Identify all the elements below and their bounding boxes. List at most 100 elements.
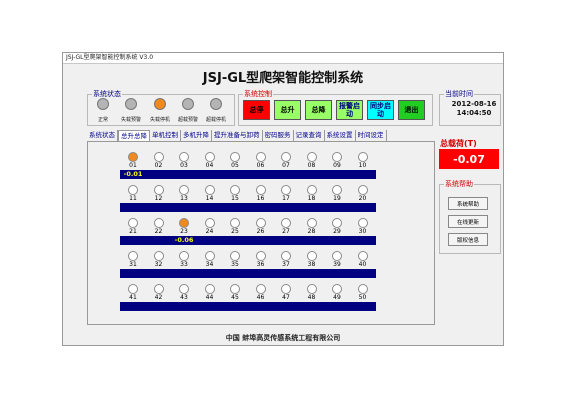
unit-cell[interactable]: 23 -0.06 bbox=[171, 218, 197, 246]
unit-cell[interactable]: 27 bbox=[273, 218, 299, 246]
unit-cell[interactable]: 49 bbox=[324, 284, 350, 312]
unit-load-value bbox=[298, 302, 325, 311]
unit-cell[interactable]: 33 bbox=[171, 251, 197, 279]
tab-8[interactable]: 系统设置 bbox=[325, 130, 356, 141]
status-group-label: 系统状态 bbox=[92, 89, 122, 99]
tab-9[interactable]: 时间设定 bbox=[356, 130, 387, 141]
unit-number: 36 bbox=[256, 261, 265, 268]
unit-cell[interactable]: 29 bbox=[324, 218, 350, 246]
control-button-2[interactable]: 总升 bbox=[274, 100, 301, 120]
unit-cell[interactable]: 20 bbox=[349, 185, 376, 213]
unit-cell[interactable]: 04 bbox=[196, 152, 223, 180]
current-datetime: 2012-08-16 14:04:50 bbox=[449, 100, 499, 118]
unit-load-value bbox=[120, 302, 146, 311]
tab-6[interactable]: 密码服务 bbox=[263, 130, 294, 141]
unit-cell[interactable]: 16 bbox=[247, 185, 274, 213]
unit-lamp bbox=[128, 152, 138, 162]
unit-cell[interactable]: 13 bbox=[171, 185, 197, 213]
control-button-5[interactable]: 同步启动 bbox=[367, 100, 394, 120]
unit-cell[interactable]: 31 bbox=[120, 251, 146, 279]
unit-cell[interactable]: 28 bbox=[298, 218, 325, 246]
unit-cell[interactable]: 40 bbox=[349, 251, 376, 279]
tab-2[interactable]: 总升总降 bbox=[118, 130, 150, 141]
unit-lamp bbox=[153, 284, 164, 294]
unit-cell[interactable]: 25 bbox=[222, 218, 248, 246]
unit-cell[interactable]: 15 bbox=[222, 185, 248, 213]
unit-cell[interactable]: 17 bbox=[273, 185, 299, 213]
unit-number: 06 bbox=[256, 162, 265, 169]
total-load-value: -0.07 bbox=[439, 149, 499, 169]
unit-lamp bbox=[179, 185, 189, 195]
unit-cell[interactable]: 07 bbox=[273, 152, 299, 180]
unit-cell[interactable]: 06 bbox=[247, 152, 274, 180]
unit-cell[interactable]: 39 bbox=[324, 251, 350, 279]
unit-number: 09 bbox=[333, 162, 341, 169]
unit-load-value bbox=[247, 170, 274, 179]
unit-number: 50 bbox=[358, 294, 367, 301]
control-button-1[interactable]: 总停 bbox=[243, 100, 270, 120]
help-button-1[interactable]: 系统帮助 bbox=[448, 197, 488, 210]
unit-cell[interactable]: 05 bbox=[222, 152, 248, 180]
unit-load-value bbox=[324, 269, 350, 278]
control-button-3[interactable]: 总降 bbox=[305, 100, 332, 120]
unit-number: 12 bbox=[154, 195, 163, 202]
unit-cell[interactable]: 02 bbox=[145, 152, 172, 180]
unit-cell[interactable]: 10 bbox=[349, 152, 376, 180]
unit-lamp bbox=[153, 185, 164, 195]
unit-lamp bbox=[128, 284, 138, 294]
unit-cell[interactable]: 11 bbox=[120, 185, 146, 213]
unit-lamp bbox=[357, 251, 368, 261]
unit-lamp bbox=[281, 218, 291, 228]
unit-cell[interactable]: 19 bbox=[324, 185, 350, 213]
unit-cell[interactable]: 37 bbox=[273, 251, 299, 279]
control-button-6[interactable]: 退出 bbox=[398, 100, 425, 120]
unit-number: 30 bbox=[358, 228, 367, 235]
unit-cell[interactable]: 32 bbox=[145, 251, 172, 279]
tab-3[interactable]: 单机控制 bbox=[150, 130, 181, 141]
unit-cell[interactable]: 34 bbox=[196, 251, 223, 279]
unit-lamp bbox=[230, 152, 240, 162]
unit-cell[interactable]: 38 bbox=[298, 251, 325, 279]
unit-number: 07 bbox=[282, 162, 290, 169]
unit-number: 34 bbox=[205, 261, 214, 268]
unit-cell[interactable]: 14 bbox=[196, 185, 223, 213]
unit-lamp bbox=[230, 251, 240, 261]
status-lamp-label: 失载预警 bbox=[120, 117, 142, 123]
unit-cell[interactable]: 42 bbox=[145, 284, 172, 312]
unit-cell[interactable]: 47 bbox=[273, 284, 299, 312]
unit-number: 28 bbox=[307, 228, 316, 235]
unit-cell[interactable]: 30 bbox=[349, 218, 376, 246]
unit-number: 18 bbox=[307, 195, 316, 202]
unit-cell[interactable]: 09 bbox=[324, 152, 350, 180]
unit-cell[interactable]: 50 bbox=[349, 284, 376, 312]
unit-number: 43 bbox=[180, 294, 188, 301]
help-button-2[interactable]: 在线更新 bbox=[448, 215, 488, 228]
unit-cell[interactable]: 41 bbox=[120, 284, 146, 312]
unit-cell[interactable]: 48 bbox=[298, 284, 325, 312]
unit-number: 41 bbox=[129, 294, 137, 301]
unit-cell[interactable]: 24 bbox=[196, 218, 223, 246]
unit-cell[interactable]: 12 bbox=[145, 185, 172, 213]
unit-cell[interactable]: 36 bbox=[247, 251, 274, 279]
unit-cell[interactable]: 18 bbox=[298, 185, 325, 213]
tab-1[interactable]: 系统状态 bbox=[87, 130, 118, 141]
tab-4[interactable]: 多机升降 bbox=[181, 130, 212, 141]
unit-cell[interactable]: 43 bbox=[171, 284, 197, 312]
unit-cell[interactable]: 01 -0.01 bbox=[120, 152, 146, 180]
tab-5[interactable]: 提升准备与卸荷 bbox=[212, 130, 263, 141]
unit-load-value bbox=[349, 302, 376, 311]
unit-cell[interactable]: 08 bbox=[298, 152, 325, 180]
unit-cell[interactable]: 35 bbox=[222, 251, 248, 279]
unit-cell[interactable]: 22 bbox=[145, 218, 172, 246]
unit-cell[interactable]: 46 bbox=[247, 284, 274, 312]
unit-lamp bbox=[306, 185, 317, 195]
unit-cell[interactable]: 45 bbox=[222, 284, 248, 312]
unit-cell[interactable]: 26 bbox=[247, 218, 274, 246]
help-button-3[interactable]: 版权信息 bbox=[448, 233, 488, 246]
unit-cell[interactable]: 44 bbox=[196, 284, 223, 312]
control-button-4[interactable]: 报警启动 bbox=[336, 100, 363, 120]
unit-number: 27 bbox=[282, 228, 290, 235]
unit-cell[interactable]: 21 bbox=[120, 218, 146, 246]
tab-7[interactable]: 记录查询 bbox=[294, 130, 325, 141]
unit-cell[interactable]: 03 bbox=[171, 152, 197, 180]
